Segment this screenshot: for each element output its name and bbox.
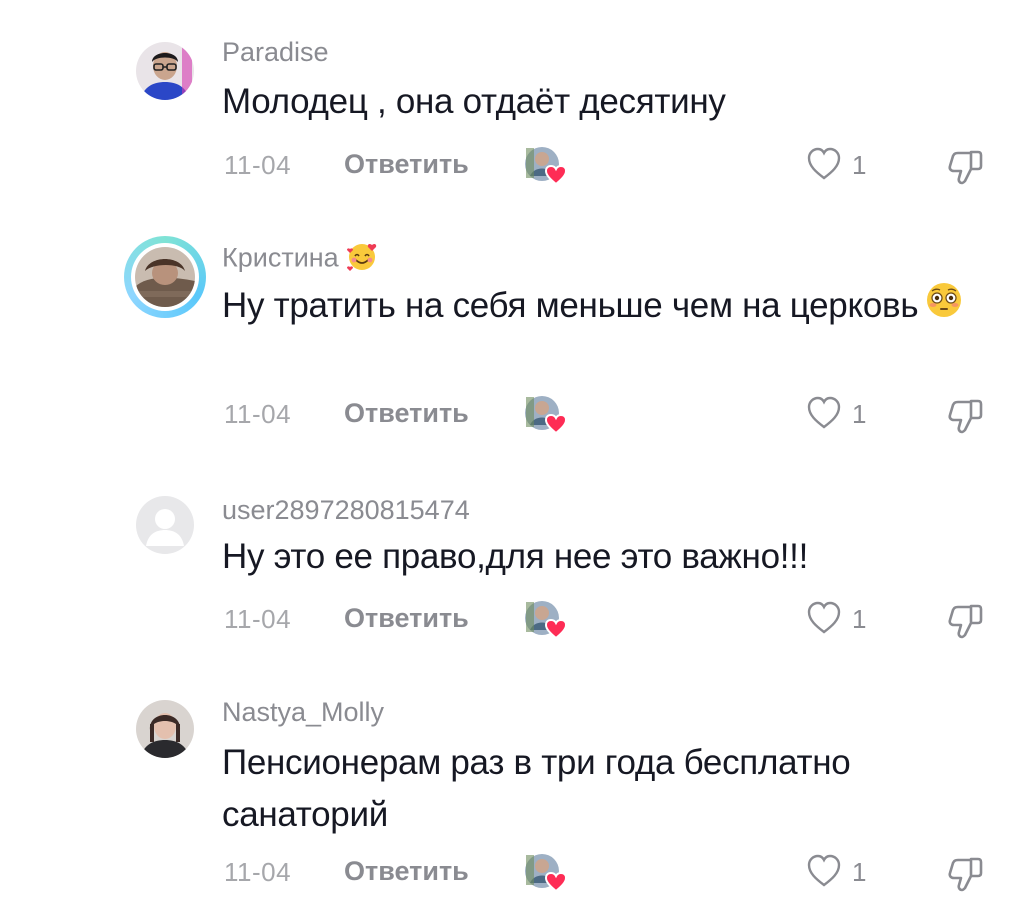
like-count: 1 [852,399,867,429]
thumbs-down-icon [948,604,983,639]
photo-avatar-icon [135,247,195,307]
comment-username[interactable]: user2897280815474 [222,494,470,526]
reply-button[interactable]: Ответить [344,398,469,429]
like-count: 1 [852,604,867,634]
like-button[interactable] [804,393,844,433]
heart-outline-icon [807,601,841,634]
comment-text-content: Пенсионерам раз в три года бесплатно сан… [222,743,851,834]
comment-username[interactable]: Paradise [222,36,329,68]
avatar-ring-inner [131,243,199,311]
heart-outline-icon [807,147,841,180]
photo-avatar-icon [136,700,194,758]
reply-button[interactable]: Ответить [344,149,469,180]
thumbs-down-icon [948,150,983,185]
creator-liked-icon [522,144,570,188]
flushed-face-icon [924,280,964,335]
avatar[interactable] [136,42,194,100]
dislike-button[interactable] [944,851,988,895]
like-button[interactable] [804,851,844,891]
comment-actions: 11-04 Ответить 1 [222,144,1002,186]
comment-text: Ну тратить на себя меньше чем на церковь [222,280,982,335]
comment-date: 11-04 [224,604,292,634]
heart-outline-icon [807,396,841,429]
comment-username[interactable]: Кристина [222,240,379,279]
comment-text-content: Молодец , она отдаёт десятину [222,82,726,121]
comment-username-text: Кристина [222,242,339,273]
creator-liked-icon [522,393,570,437]
comment-actions: 11-04 Ответить 1 [222,851,1002,893]
smiling-face-with-hearts-icon [345,240,379,279]
avatar[interactable] [136,496,194,554]
like-count: 1 [852,857,867,887]
avatar[interactable] [136,700,194,758]
thumbs-down-icon [948,857,983,892]
reply-button[interactable]: Ответить [344,856,469,887]
like-button[interactable] [804,144,844,184]
default-user-avatar-icon [136,496,194,554]
comment-text: Пенсионерам раз в три года бесплатно сан… [222,737,982,841]
dislike-button[interactable] [944,144,988,188]
heart-outline-icon [807,854,841,887]
person-glasses-avatar-icon [136,42,194,100]
comment-text: Молодец , она отдаёт десятину [222,76,982,128]
dislike-button[interactable] [944,393,988,437]
comment-actions: 11-04 Ответить 1 [222,598,1002,640]
comment-username[interactable]: Nastya_Molly [222,696,384,728]
reply-button[interactable]: Ответить [344,603,469,634]
comment-date: 11-04 [224,150,292,180]
comment-date: 11-04 [224,399,292,429]
creator-liked-icon [522,851,570,895]
comment-actions: 11-04 Ответить 1 [222,393,1002,435]
comment-text-content: Ну тратить на себя меньше чем на церковь [222,286,919,325]
thumbs-down-icon [948,399,983,434]
comment-date: 11-04 [224,857,292,887]
comment-text-content: Ну это ее право,для нее это важно!!! [222,537,809,576]
like-button[interactable] [804,598,844,638]
avatar[interactable] [124,236,206,318]
creator-liked-icon [522,598,570,642]
comment-text: Ну это ее право,для нее это важно!!! [222,531,982,583]
dislike-button[interactable] [944,598,988,642]
like-count: 1 [852,150,867,180]
